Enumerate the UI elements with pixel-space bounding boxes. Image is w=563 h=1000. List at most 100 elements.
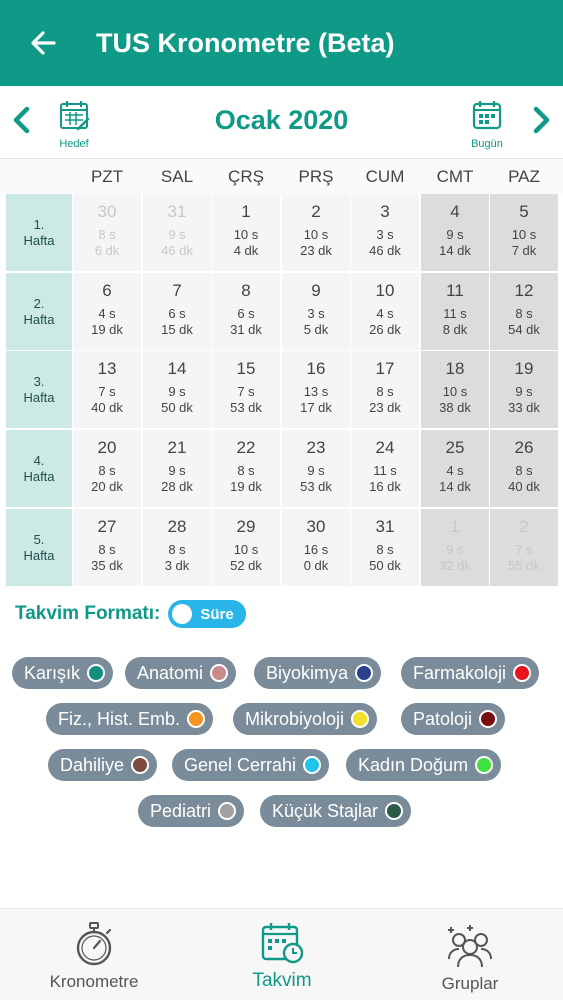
subject-color-dot	[131, 756, 150, 774]
nav-gruplar[interactable]: Gruplar	[376, 909, 563, 1000]
subject-chip[interactable]: Farmakoloji	[401, 657, 540, 689]
hedef-button[interactable]: Hedef	[44, 98, 104, 150]
day-minutes: 53 dk	[230, 400, 262, 415]
subject-chip[interactable]: Biyokimya	[254, 657, 382, 689]
chevron-left-icon	[13, 106, 30, 134]
day-minutes: 6 dk	[94, 243, 120, 258]
day-cell[interactable]: 9 3 s5 dk	[282, 273, 350, 350]
day-cell[interactable]: 7 6 s 15 dk	[143, 273, 211, 350]
day-cell[interactable]: 25 4 s 14 dk	[421, 430, 489, 507]
subject-chip[interactable]: Genel Cerrahi	[172, 749, 330, 781]
day-hours: 9 s	[446, 227, 464, 242]
day-cell[interactable]: 27 8 s 35 dk	[73, 509, 141, 586]
day-cell[interactable]: 30 8 s6 dk	[73, 194, 141, 271]
day-cell[interactable]: 14 9 s 50 dk	[143, 351, 211, 428]
day-hours: 8 s	[515, 306, 533, 321]
day-hours: 10 s	[303, 227, 329, 242]
day-hours: 7 s	[237, 384, 255, 399]
day-cell[interactable]: 13 7 s 40 dk	[73, 351, 141, 428]
day-number: 1	[241, 202, 251, 221]
next-month-button[interactable]	[521, 100, 561, 140]
subject-color-dot	[351, 710, 370, 728]
day-cell[interactable]: 2 10 s 23 dk	[282, 194, 350, 271]
subject-chip[interactable]: Kadın Doğum	[346, 749, 502, 781]
previous-month-button[interactable]	[2, 100, 42, 140]
day-hours: 3 s	[307, 306, 325, 321]
day-cell[interactable]: 5 10 s7 dk	[490, 194, 558, 271]
day-cell[interactable]: 20 8 s 20 dk	[73, 430, 141, 507]
subject-chip-label: Genel Cerrahi	[184, 754, 297, 775]
day-cell[interactable]: 28 8 s3 dk	[143, 509, 211, 586]
nav-kronometre[interactable]: Kronometre	[0, 909, 188, 1000]
subject-chip[interactable]: Patoloji	[401, 703, 506, 735]
subject-color-dot	[355, 664, 374, 682]
subject-chip-label: Mikrobiyoloji	[245, 708, 345, 729]
day-cell[interactable]: 1 9 s 32 dk	[421, 509, 489, 586]
day-hours: 10 s	[233, 227, 259, 242]
day-minutes: 17 dk	[300, 400, 332, 415]
day-number: 12	[514, 281, 534, 300]
day-cell[interactable]: 17 8 s 23 dk	[351, 351, 419, 428]
day-cell[interactable]: 18 10 s 38 dk	[421, 351, 489, 428]
subject-color-dot	[385, 802, 404, 820]
week-label: 1. Hafta	[6, 194, 72, 271]
day-cell[interactable]: 1 10 s4 dk	[212, 194, 280, 271]
day-cell[interactable]: 16 13 s 17 dk	[282, 351, 350, 428]
subject-chip[interactable]: Karışık	[12, 657, 114, 689]
day-cell[interactable]: 22 8 s 19 dk	[212, 430, 280, 507]
day-cell[interactable]: 3 3 s 46 dk	[351, 194, 419, 271]
subject-chip[interactable]: Fiz., Hist. Emb.	[46, 703, 214, 735]
day-minutes: 19 dk	[230, 479, 262, 494]
day-minutes: 40 dk	[508, 479, 540, 494]
day-cell[interactable]: 6 4 s 19 dk	[73, 273, 141, 350]
week-number: 3.	[33, 373, 45, 389]
day-cell[interactable]: 19 9 s 33 dk	[490, 351, 558, 428]
day-number: 22	[236, 438, 256, 457]
day-cell[interactable]: 29 10 s 52 dk	[212, 509, 280, 586]
nav-takvim-label: Takvim	[252, 970, 312, 991]
format-toggle[interactable]: Süre	[168, 600, 247, 628]
day-cell[interactable]: 8 6 s 31 dk	[212, 273, 280, 350]
back-button[interactable]	[0, 0, 86, 86]
day-number: 4	[450, 202, 460, 221]
subject-chip-label: Kadın Doğum	[358, 754, 469, 775]
subject-chip[interactable]: Anatomi	[125, 657, 237, 689]
day-cell[interactable]: 30 16 s0 dk	[282, 509, 350, 586]
day-cell[interactable]: 4 9 s 14 dk	[421, 194, 489, 271]
calendar-clock-icon	[261, 923, 304, 964]
day-minutes: 28 dk	[161, 479, 193, 494]
day-hours: 9 s	[307, 463, 325, 478]
day-hours: 11 s	[373, 463, 397, 478]
day-hours: 9 s	[168, 227, 186, 242]
nav-takvim[interactable]: Takvim	[188, 909, 376, 1000]
weekday-header: PZT SAL ÇRŞ PRŞ CUM CMT PAZ	[0, 158, 563, 194]
day-minutes: 55 dk	[508, 558, 540, 573]
calendar-format-row: Takvim Formatı: Süre	[15, 600, 247, 628]
subject-chip[interactable]: Küçük Stajlar	[260, 795, 412, 827]
subject-chip[interactable]: Dahiliye	[48, 749, 158, 781]
day-cell[interactable]: 23 9 s 53 dk	[282, 430, 350, 507]
subject-chip[interactable]: Pediatri	[138, 795, 245, 827]
day-cell[interactable]: 31 9 s 46 dk	[143, 194, 211, 271]
day-cell[interactable]: 2 7 s 55 dk	[490, 509, 558, 586]
day-hours: 8 s	[376, 384, 394, 399]
day-minutes: 50 dk	[369, 558, 401, 573]
day-cell[interactable]: 31 8 s 50 dk	[351, 509, 419, 586]
day-hours: 8 s	[168, 542, 186, 557]
arrow-left-icon	[31, 31, 56, 55]
day-cell[interactable]: 21 9 s 28 dk	[143, 430, 211, 507]
day-number: 2	[519, 517, 529, 536]
bugun-button[interactable]: Bugün	[457, 98, 517, 150]
subject-color-dot	[303, 756, 322, 774]
day-number: 28	[167, 517, 187, 536]
day-cell[interactable]: 10 4 s 26 dk	[351, 273, 419, 350]
subject-chip[interactable]: Mikrobiyoloji	[233, 703, 378, 735]
day-cell[interactable]: 26 8 s 40 dk	[490, 430, 558, 507]
day-cell[interactable]: 15 7 s 53 dk	[212, 351, 280, 428]
day-cell[interactable]: 24 11 s 16 dk	[351, 430, 419, 507]
day-minutes: 32 dk	[439, 558, 471, 573]
day-cell[interactable]: 11 11 s8 dk	[421, 273, 489, 350]
day-hours: 8 s	[376, 542, 394, 557]
day-cell[interactable]: 12 8 s 54 dk	[490, 273, 558, 350]
subject-chip-label: Patoloji	[413, 708, 473, 729]
